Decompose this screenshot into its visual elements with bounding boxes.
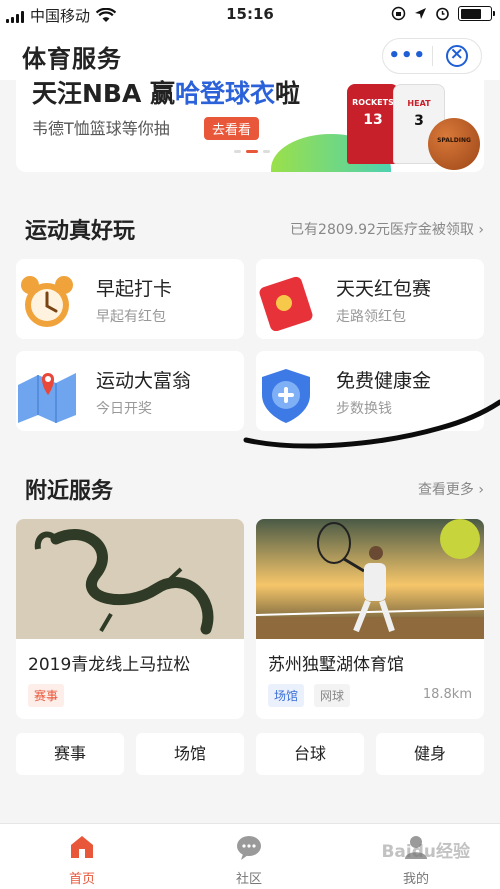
promo-banner[interactable]: 天汪NBA 赢哈登球衣啦 韦德T恤篮球等你抽 去看看 ROCKETS 13 HEA… [16,80,484,172]
card-daily-redpacket[interactable]: 天天红包赛 走路领红包 [256,259,484,339]
card-desc: 今日开奖 [96,401,152,417]
sport-tag: 网球 [314,684,351,707]
chip-billiards[interactable]: 台球 [256,733,364,775]
card-title: 天天红包赛 [336,278,432,300]
rockets-jersey-image: ROCKETS 13 [347,84,399,164]
card-desc: 步数换钱 [336,401,392,417]
alarm-clock-icon [21,276,73,327]
venue-tag: 场馆 [268,684,305,707]
close-icon [445,44,468,67]
status-right [391,6,495,21]
health-shield-icon [262,369,310,423]
venue-name: 苏州独墅湖体育馆 [268,655,404,675]
carousel-indicator [234,150,270,153]
venue-name: 2019青龙线上马拉松 [28,655,191,675]
distance-label: 18.8km [422,687,472,702]
card-desc: 早起有红包 [96,309,166,325]
chip-events[interactable]: 赛事 [16,733,124,775]
tab-label: 首页 [68,872,95,887]
dragon-image [16,519,244,639]
nearby-more-link[interactable]: 查看更多 › [418,479,484,499]
rotation-lock-icon [391,6,406,21]
mini-program-capsule: ••• [382,38,482,74]
card-title: 免费健康金 [336,370,432,392]
chat-bubble-icon [237,836,261,860]
basketball-image: SPALDING [428,118,480,170]
page-title: 体育服务 [22,45,122,73]
battery-icon [458,6,495,21]
red-envelope-icon [259,276,313,331]
event-tag: 赛事 [28,684,65,707]
card-desc: 走路领红包 [336,309,406,325]
fun-section-title: 运动真好玩 [25,219,136,244]
baidu-watermark: Baidu经验 [381,842,470,862]
tab-label: 我的 [402,872,429,887]
tab-community[interactable]: 社区 [199,834,299,887]
map-pin-icon [18,373,76,423]
card-early-checkin[interactable]: 早起打卡 早起有红包 [16,259,244,339]
nearby-card-stadium[interactable]: 苏州独墅湖体育馆 场馆 网球 18.8km [256,519,484,719]
card-monopoly[interactable]: 运动大富翁 今日开奖 [16,351,244,431]
chip-venues[interactable]: 场馆 [136,733,244,775]
banner-headline: 天汪NBA 赢哈登球衣啦 [32,80,301,108]
tennis-player-image [256,519,484,639]
more-menu-button[interactable]: ••• [383,41,432,71]
alarm-icon [436,7,449,21]
chevron-right-icon: › [478,222,484,238]
nearby-section-title: 附近服务 [25,479,114,504]
chip-fitness[interactable]: 健身 [376,733,484,775]
card-health-fund[interactable]: 免费健康金 步数换钱 [256,351,484,431]
close-button[interactable] [432,44,481,67]
card-title: 运动大富翁 [96,370,192,392]
banner-cta-button[interactable]: 去看看 [204,117,260,140]
home-icon [71,836,93,858]
nav-bar: 体育服务 ••• [0,30,500,80]
status-bar: 中国移动 15:16 [0,0,500,30]
nearby-card-marathon[interactable]: 2019青龙线上马拉松 赛事 [16,519,244,719]
tab-label: 社区 [235,872,262,887]
fun-section-stat[interactable]: 已有2809.92元医疗金被领取 › [290,219,484,239]
tab-home[interactable]: 首页 [32,834,132,887]
card-title: 早起打卡 [96,278,173,300]
location-arrow-icon [415,8,426,19]
chevron-right-icon: › [478,482,484,498]
banner-subtitle: 韦德T恤篮球等你抽 [32,119,170,138]
